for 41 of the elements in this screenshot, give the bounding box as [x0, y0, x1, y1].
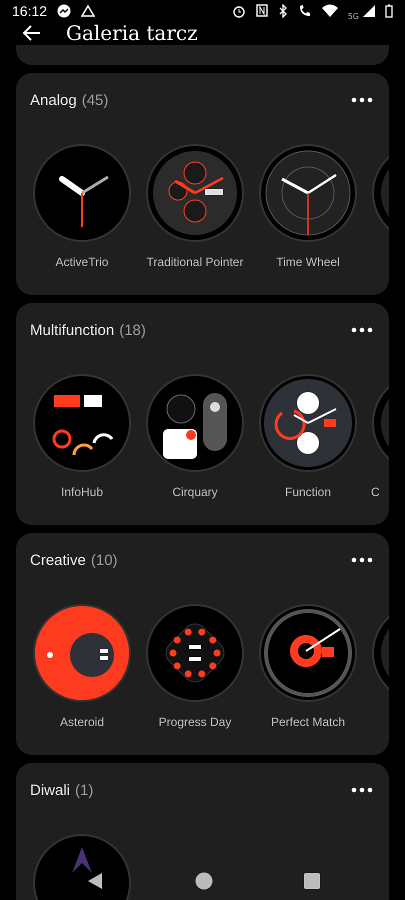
watch-face-label: Time Wheel [276, 255, 340, 269]
watch-face-label: Progress Day [158, 715, 232, 729]
triangle-icon [81, 4, 96, 18]
category-count: (18) [119, 322, 146, 338]
watch-face-label: Perfect Match [270, 715, 346, 729]
watch-face-label: Function [284, 485, 332, 499]
category-count: (45) [82, 92, 108, 108]
battery-icon [385, 4, 393, 18]
category-count: (1) [75, 782, 94, 798]
watch-face-drawing[interactable] [145, 373, 245, 473]
watch-face-label: C [371, 485, 380, 499]
watch-face-label: Traditional Pointer [146, 255, 244, 269]
watch-face-label: ActiveTrio [56, 255, 108, 269]
signal-icon [363, 4, 375, 16]
wifi-icon [322, 4, 338, 17]
network-type: 5G [348, 12, 359, 21]
watch-face-drawing[interactable] [32, 373, 132, 473]
more-button[interactable] [351, 787, 373, 793]
more-button[interactable] [351, 97, 373, 103]
chat-bubble-icon [57, 4, 72, 18]
category-title: Multifunction [30, 322, 114, 338]
nfc-icon [256, 4, 268, 17]
more-button[interactable] [351, 557, 373, 563]
recents-button[interactable] [304, 873, 320, 889]
category-count: (10) [90, 552, 118, 568]
home-button[interactable] [194, 872, 212, 890]
status-time: 16:12 [12, 2, 48, 18]
alarm-icon [232, 4, 246, 18]
back-nav-button[interactable] [86, 872, 104, 890]
bluetooth-icon [278, 4, 288, 18]
page-title: Galeria tarcz [66, 21, 198, 45]
category-title: Diwali [30, 782, 70, 798]
category-title: Analog [30, 92, 77, 108]
category-title: Creative [30, 552, 86, 568]
more-button[interactable] [351, 327, 373, 333]
watch-face-drawing[interactable] [258, 373, 358, 473]
phone-icon [298, 4, 312, 18]
watch-face-drawing[interactable] [32, 143, 132, 243]
watch-face-label: Cirquary [172, 485, 218, 499]
watch-face-label: InfoHub [60, 485, 104, 499]
watch-face-label: Asteroid [60, 715, 104, 729]
